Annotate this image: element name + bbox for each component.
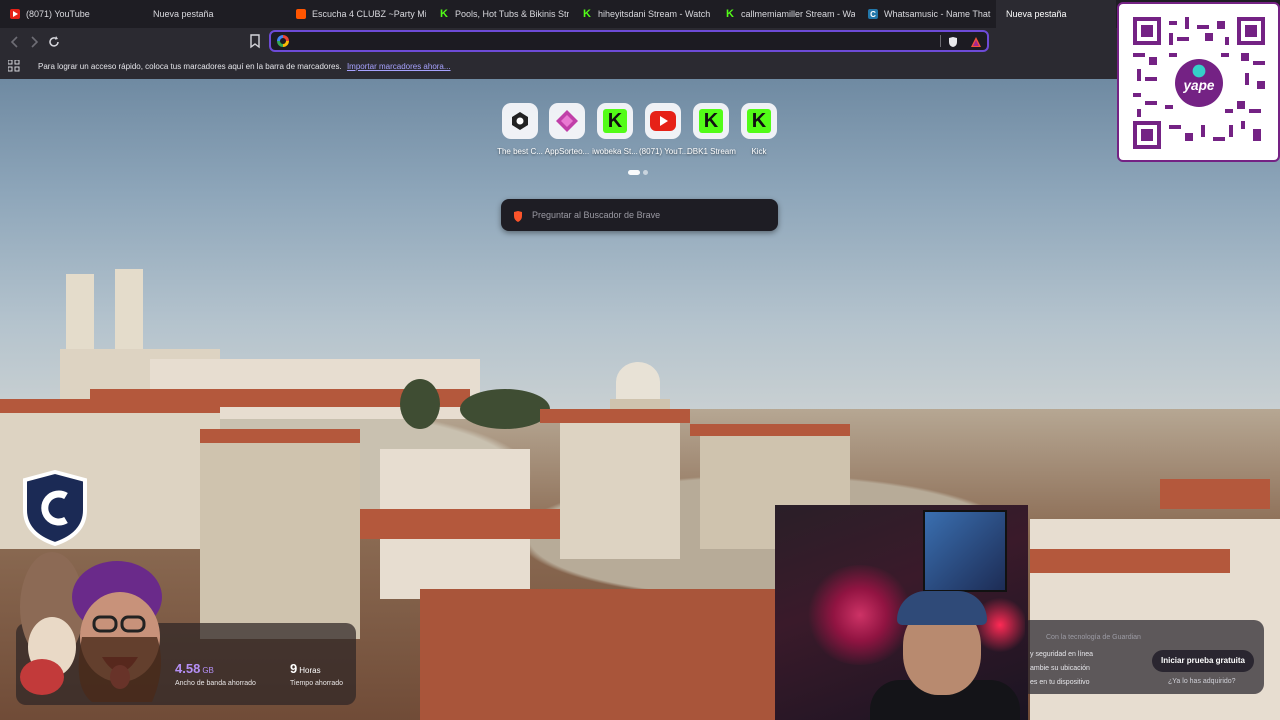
bookmark-button[interactable] (248, 33, 262, 49)
address-input[interactable] (295, 34, 899, 50)
brave-lion-icon (513, 209, 523, 222)
reload-icon (49, 36, 59, 47)
appsorteo-icon (549, 103, 585, 139)
church-dome (616, 362, 660, 402)
donkey-character-icon (20, 552, 162, 702)
yape-qr-code: yape (1117, 2, 1280, 162)
webcam-overlay (775, 505, 1028, 720)
vpn-widget: Con la tecnología de Guardian y segurida… (1020, 620, 1264, 694)
bookmark-icon (250, 34, 260, 49)
powered-by-guardian: Con la tecnología de Guardian (1046, 634, 1141, 641)
kick-icon: K (439, 8, 449, 20)
forward-button[interactable] (26, 34, 42, 50)
start-free-trial-button[interactable]: Iniciar prueba gratuita (1152, 650, 1254, 672)
rewards-triangle-icon (971, 37, 981, 47)
tab-soundcloud[interactable]: Escucha 4 CLUBZ ~Party Mix~ (286, 0, 426, 28)
youtube-icon (645, 103, 681, 139)
top-site-tile[interactable]: K iwobeka St... (591, 103, 639, 156)
reload-button[interactable] (46, 34, 62, 50)
tab-new-tab-active[interactable]: Nueva pestaña (996, 0, 1116, 28)
qr-code-graphic: yape (1133, 17, 1265, 149)
kick-icon: K (699, 109, 723, 133)
brave-rewards-button[interactable] (970, 35, 982, 47)
chevron-right-icon (31, 36, 39, 48)
time-saved-value: 9 Horas (290, 661, 321, 676)
youtube-icon (10, 9, 20, 19)
top-site-tile[interactable]: The best C... (496, 103, 544, 156)
tab-kick-callmemiamiller[interactable]: K callmemiamiller Stream - Watc (715, 0, 855, 28)
wall-poster (923, 510, 1007, 592)
whatsamusic-icon: C (868, 9, 878, 19)
streamer-mascot (12, 452, 172, 712)
bandwidth-saved-label: Ancho de banda ahorrado (175, 680, 256, 687)
apps-grid-icon[interactable] (7, 59, 20, 72)
tab-kick-pools[interactable]: K Pools, Hot Tubs & Bikinis Strea (429, 0, 569, 28)
tab-youtube[interactable]: (8071) YouTube (0, 0, 140, 28)
search-placeholder: Preguntar al Buscador de Brave (532, 210, 661, 220)
kick-icon: K (603, 109, 627, 133)
tab-strip: (8071) YouTube Nueva pestaña Escucha 4 C… (0, 0, 1280, 28)
already-purchased-link[interactable]: ¿Ya lo has adquirido? (1168, 678, 1236, 685)
top-sites-pager[interactable] (628, 170, 648, 175)
pager-dot[interactable] (643, 170, 648, 175)
kick-icon: K (725, 8, 735, 20)
chevron-left-icon (10, 36, 18, 48)
back-button[interactable] (7, 34, 23, 50)
streamer-cap (897, 591, 987, 625)
top-site-tile[interactable]: K DBK1 Stream (687, 103, 736, 156)
import-bookmarks-link[interactable]: Importar marcadores ahora... (347, 62, 451, 71)
brave-lion-icon (949, 37, 957, 47)
google-icon (277, 35, 289, 47)
game-controller-icon (502, 103, 538, 139)
top-site-tile[interactable]: (8071) YouT... (639, 103, 688, 156)
time-saved-label: Tiempo ahorrado (290, 680, 344, 687)
kick-icon: K (582, 8, 592, 20)
kick-icon: K (747, 109, 771, 133)
brave-shields-button[interactable] (947, 35, 959, 47)
soundcloud-icon (296, 9, 306, 19)
top-site-tile[interactable]: K Kick (735, 103, 783, 156)
tab-whatsamusic[interactable]: C Whatsamusic - Name That (858, 0, 996, 28)
tab-new-tab[interactable]: Nueva pestaña (143, 0, 283, 28)
bookmarks-bar: Para lograr un acceso rápido, coloca tus… (0, 55, 1280, 79)
bookmarks-hint: Para lograr un acceso rápido, coloca tus… (38, 62, 451, 71)
tab-kick-hiheyitsdani[interactable]: K hiheyitsdani Stream - Watch Li (572, 0, 712, 28)
address-bar[interactable] (269, 30, 989, 52)
shield-badge-icon (23, 470, 87, 546)
pager-dot[interactable] (628, 170, 640, 175)
svg-text:yape: yape (1183, 78, 1215, 93)
bandwidth-saved-value: 4.58 GB (175, 661, 214, 676)
brave-search-box[interactable]: Preguntar al Buscador de Brave (501, 199, 778, 231)
top-site-tile[interactable]: AppSorteo... (543, 103, 591, 156)
